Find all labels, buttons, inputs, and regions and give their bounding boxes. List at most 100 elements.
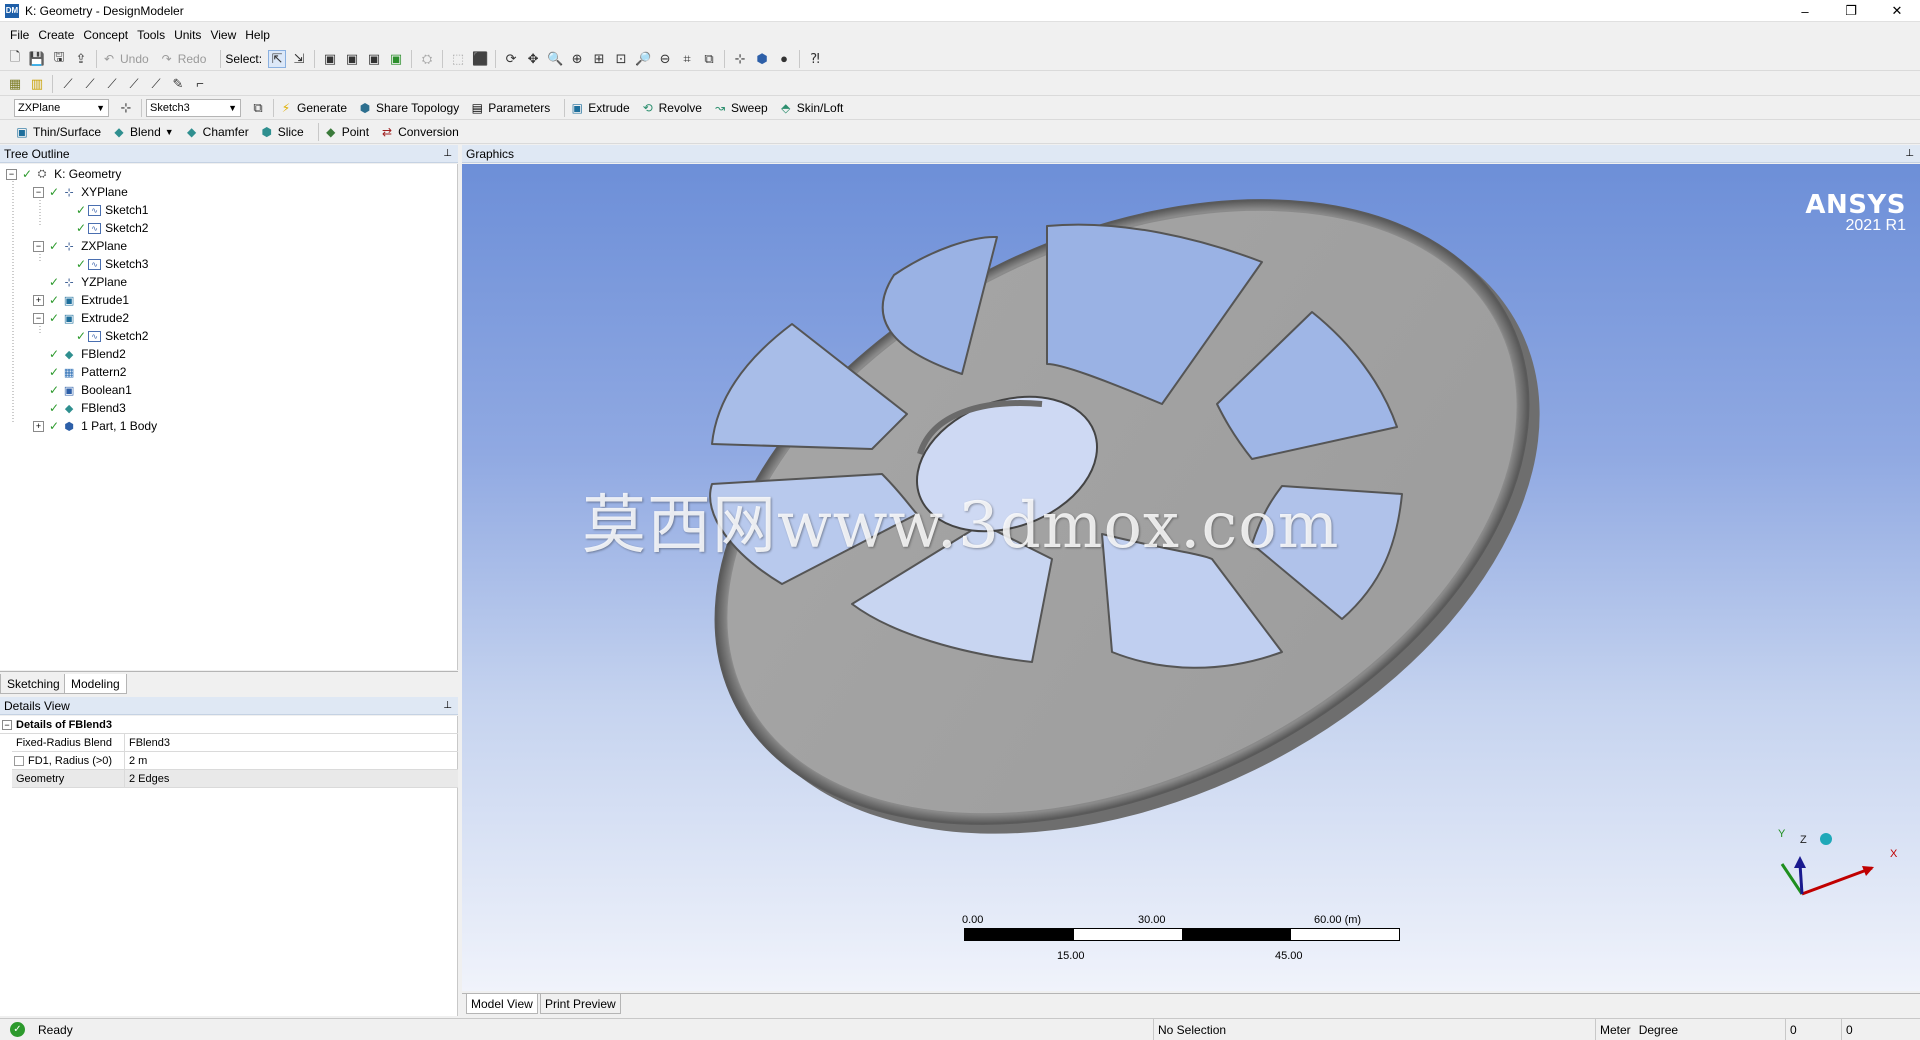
triad-toggle-icon[interactable]: ⊹ <box>731 50 749 68</box>
edge-style-1-icon[interactable]: ⟋ <box>59 75 77 93</box>
menu-view[interactable]: View <box>210 28 236 42</box>
sketch-combo[interactable]: Sketch3 ▼ <box>146 98 241 117</box>
iso-view-icon[interactable]: ⌗ <box>678 50 696 68</box>
extend-selection-icon[interactable]: ⛭ <box>418 50 436 68</box>
tree-item-zxplane[interactable]: − ✓ ⊹ ZXPlane <box>33 237 127 255</box>
units-status[interactable]: Meter Degree <box>1595 1019 1785 1040</box>
help-cursor-icon[interactable]: ⁈ <box>806 50 824 68</box>
pin-icon[interactable]: ⊥ <box>1905 148 1914 159</box>
new-sketch-icon[interactable]: ⧉ <box>249 99 267 117</box>
zoom-icon[interactable]: 🔍 <box>546 50 564 68</box>
save-as-icon[interactable]: 🖫 <box>50 49 68 68</box>
select-faces-icon[interactable]: ▣ <box>365 50 383 68</box>
tree-item-pattern2[interactable]: ✓ ▦ Pattern2 <box>49 363 126 381</box>
skin-loft-button[interactable]: ⬘ Skin/Loft <box>778 100 843 116</box>
view-icon[interactable]: ⧉ <box>700 50 718 68</box>
display-body-icon[interactable]: ⬢ <box>753 50 771 68</box>
rotate-icon[interactable]: ⟳ <box>502 50 520 68</box>
blend-button[interactable]: ◆ Blend ▼ <box>111 124 173 140</box>
pin-point-icon[interactable]: ✎ <box>169 75 187 93</box>
zoom-fit-icon[interactable]: ⊡ <box>612 50 630 68</box>
details-value[interactable]: FBlend3 <box>125 734 458 751</box>
menu-file[interactable]: File <box>10 28 29 42</box>
invert-selection-icon[interactable]: ⬛ <box>471 50 489 68</box>
parameter-checkbox[interactable] <box>14 755 24 766</box>
tree-item-boolean1[interactable]: ✓ ▣ Boolean1 <box>49 381 132 399</box>
previous-view-icon[interactable]: ⊖ <box>656 50 674 68</box>
tree-item-xyplane[interactable]: − ✓ ⊹ XYPlane <box>33 183 128 201</box>
select-bodies-icon[interactable]: ▣ <box>387 50 405 68</box>
restore-button[interactable]: ❐ <box>1828 0 1874 22</box>
revolve-button[interactable]: ⟲ Revolve <box>640 100 702 116</box>
parameters-button[interactable]: ▤ Parameters <box>469 100 551 116</box>
export-icon[interactable]: ⇪ <box>72 50 90 68</box>
graphics-viewport[interactable]: 莫西网www.3dmox.com ANSYS 2021 R1 Y Z X 0.0… <box>462 164 1920 991</box>
edge-style-3-icon[interactable]: ⟋ <box>103 75 121 93</box>
save-icon[interactable]: 💾 <box>28 50 46 68</box>
extrude-button[interactable]: ▣ Extrude <box>569 100 630 116</box>
wheel-model[interactable] <box>462 164 1920 991</box>
triad-iso-ball[interactable] <box>1820 833 1832 845</box>
menu-units[interactable]: Units <box>174 28 201 42</box>
tree-item-extrude2-sketch2[interactable]: ✓ ∿ Sketch2 <box>76 327 148 345</box>
collapse-icon[interactable]: − <box>33 240 44 252</box>
tree-item-yzplane[interactable]: ✓ ⊹ YZPlane <box>49 273 127 291</box>
select-points-icon[interactable]: ▣ <box>321 50 339 68</box>
tree-item-root[interactable]: − ✓ ⛭ K: Geometry <box>6 165 121 183</box>
expand-icon[interactable]: + <box>33 420 44 432</box>
tab-sketching[interactable]: Sketching <box>0 674 67 694</box>
slice-button[interactable]: ⬢ Slice <box>259 124 303 140</box>
point-button[interactable]: ◆ Point <box>323 124 369 140</box>
conversion-button[interactable]: ⇄ Conversion <box>379 124 459 140</box>
select-edges-icon[interactable]: ▣ <box>343 50 361 68</box>
select-mode-icon[interactable]: ⇱ <box>268 49 287 68</box>
details-row[interactable]: FD1, Radius (>0) 2 m <box>12 752 458 770</box>
collapse-icon[interactable]: − <box>33 312 44 324</box>
redo-button[interactable]: ↷ Redo <box>159 51 207 67</box>
look-at-icon[interactable]: ⌐ <box>191 75 209 93</box>
details-value[interactable]: 2 Edges <box>125 770 458 787</box>
close-button[interactable]: ✕ <box>1874 0 1920 22</box>
generate-button[interactable]: ⚡ Generate <box>278 100 347 116</box>
edge-style-5-icon[interactable]: ⟋ <box>147 75 165 93</box>
sweep-button[interactable]: ↝ Sweep <box>712 100 768 116</box>
tree-item-fblend2[interactable]: ✓ ◆ FBlend2 <box>49 345 126 363</box>
undo-button[interactable]: ↶ Undo <box>101 51 149 67</box>
pin-icon[interactable]: ⊥ <box>443 148 452 159</box>
menu-tools[interactable]: Tools <box>137 28 165 42</box>
new-icon[interactable]: 🗋 <box>6 49 24 68</box>
new-plane-icon[interactable]: ⊹ <box>117 99 135 117</box>
select-all-icon[interactable]: ⬚ <box>449 50 467 68</box>
tree-item-sketch2[interactable]: ✓ ∿ Sketch2 <box>76 219 148 237</box>
edge-color-icon[interactable]: ▥ <box>28 75 46 93</box>
tree-item-extrude2[interactable]: − ✓ ▣ Extrude2 <box>33 309 129 327</box>
minimize-button[interactable]: – <box>1782 0 1828 22</box>
details-group-header[interactable]: − Details of FBlend3 <box>0 716 458 734</box>
plane-combo[interactable]: ZXPlane ▼ <box>14 98 109 117</box>
body-color-icon[interactable]: ▦ <box>6 75 24 93</box>
collapse-icon[interactable]: − <box>2 719 12 730</box>
details-row[interactable]: Geometry 2 Edges <box>12 770 458 788</box>
collapse-icon[interactable]: − <box>6 168 17 180</box>
tree-item-sketch1[interactable]: ✓ ∿ Sketch1 <box>76 201 148 219</box>
tree-item-fblend3[interactable]: ✓ ◆ FBlend3 <box>49 399 126 417</box>
chamfer-button[interactable]: ◆ Chamfer <box>184 124 249 140</box>
magnifier-icon[interactable]: 🔎 <box>634 50 652 68</box>
expand-icon[interactable]: + <box>33 294 44 306</box>
pan-icon[interactable]: ✥ <box>524 50 542 68</box>
details-value[interactable]: 2 m <box>125 752 458 769</box>
menu-create[interactable]: Create <box>38 28 74 42</box>
menu-concept[interactable]: Concept <box>83 28 128 42</box>
share-topology-button[interactable]: ⬢ Share Topology <box>357 100 459 116</box>
details-row[interactable]: Fixed-Radius Blend FBlend3 <box>12 734 458 752</box>
thin-surface-button[interactable]: ▣ Thin/Surface <box>14 124 101 140</box>
menu-help[interactable]: Help <box>245 28 270 42</box>
zoom-box-icon[interactable]: ⊞ <box>590 50 608 68</box>
tree-item-sketch3[interactable]: ✓ ∿ Sketch3 <box>76 255 148 273</box>
tree-item-parts[interactable]: + ✓ ⬢ 1 Part, 1 Body <box>33 417 157 435</box>
tab-model-view[interactable]: Model View <box>466 994 538 1014</box>
edge-style-4-icon[interactable]: ⟋ <box>125 75 143 93</box>
edge-style-2-icon[interactable]: ⟋ <box>81 75 99 93</box>
tab-print-preview[interactable]: Print Preview <box>540 994 621 1014</box>
display-point-icon[interactable]: ● <box>775 50 793 68</box>
